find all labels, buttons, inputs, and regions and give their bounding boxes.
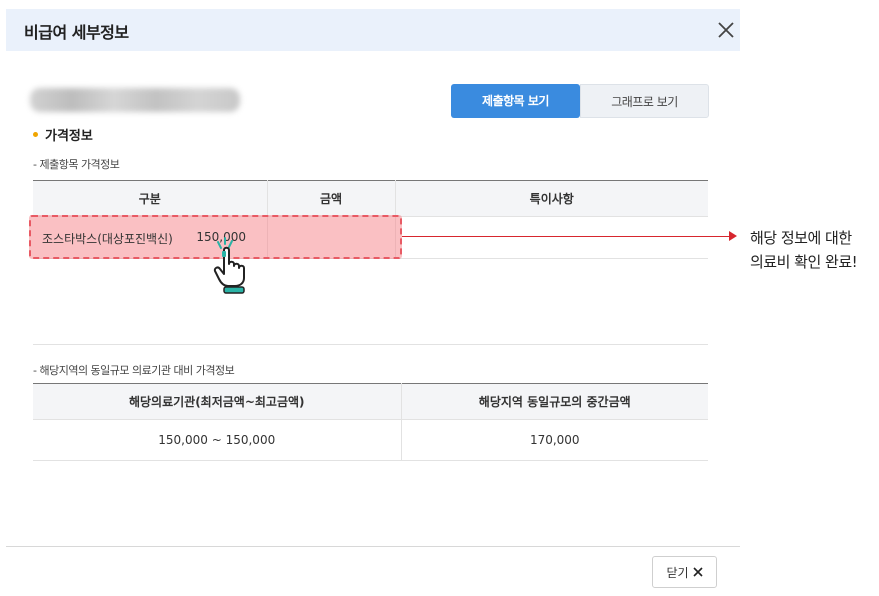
annotation-line-2: 의료비 확인 완료!: [750, 253, 858, 271]
close-icon: [692, 567, 703, 577]
header-category: 구분: [33, 180, 268, 217]
price-info-heading: 가격정보: [33, 125, 93, 144]
range-cell: 150,000 ~ 150,000: [33, 419, 402, 461]
header-range: 해당의료기관(최저금액~최고금액): [33, 383, 402, 420]
row-note-cell: [395, 216, 708, 259]
header-amount: 금액: [267, 180, 396, 217]
header-note: 특이사항: [395, 180, 708, 217]
close-button-label: 닫기: [666, 565, 689, 580]
pointing-hand-icon: [213, 237, 245, 294]
view-tabs: 제출항목 보기 그래프로 보기: [451, 84, 709, 118]
callout-annotation: 해당 정보에 대한 의료비 확인 완료!: [750, 226, 858, 274]
tab-graph-view[interactable]: 그래프로 보기: [580, 84, 709, 118]
median-cell: 170,000: [401, 419, 708, 461]
blurred-hospital-name: [30, 88, 240, 112]
modal-title: 비급여 세부정보: [24, 23, 129, 42]
item-name: 조스타박스(대상포진백신): [42, 232, 173, 246]
close-icon[interactable]: [714, 18, 738, 42]
price-table-subtitle: - 제출항목 가격정보: [33, 158, 120, 171]
arrow-right-icon: [729, 231, 737, 241]
detail-modal: 비급여 세부정보 제출항목 보기 그래프로 보기 가격정보 - 제출항목 가격정…: [0, 0, 740, 596]
table-header-row: 해당의료기관(최저금액~최고금액) 해당지역 동일규모의 중간금액: [33, 383, 708, 420]
table-empty-area: [33, 259, 708, 345]
table-row: 150,000 ~ 150,000 170,000: [33, 419, 708, 461]
footer-divider: [6, 546, 740, 547]
table-header-row: 구분 금액 특이사항: [33, 180, 708, 217]
region-table-subtitle: - 해당지역의 동일규모 의료기관 대비 가격정보: [33, 364, 235, 377]
region-price-table: 해당의료기관(최저금액~최고금액) 해당지역 동일규모의 중간금액 150,00…: [33, 383, 708, 461]
bullet-icon: [33, 132, 38, 137]
header-median: 해당지역 동일규모의 중간금액: [401, 383, 708, 420]
callout-arrow-line: [402, 236, 732, 237]
tab-submitted-items[interactable]: 제출항목 보기: [451, 84, 580, 118]
modal-header: 비급여 세부정보: [6, 9, 740, 51]
close-button[interactable]: 닫기: [652, 556, 717, 588]
section-title-label: 가격정보: [45, 129, 93, 144]
annotation-line-1: 해당 정보에 대한: [750, 229, 852, 247]
